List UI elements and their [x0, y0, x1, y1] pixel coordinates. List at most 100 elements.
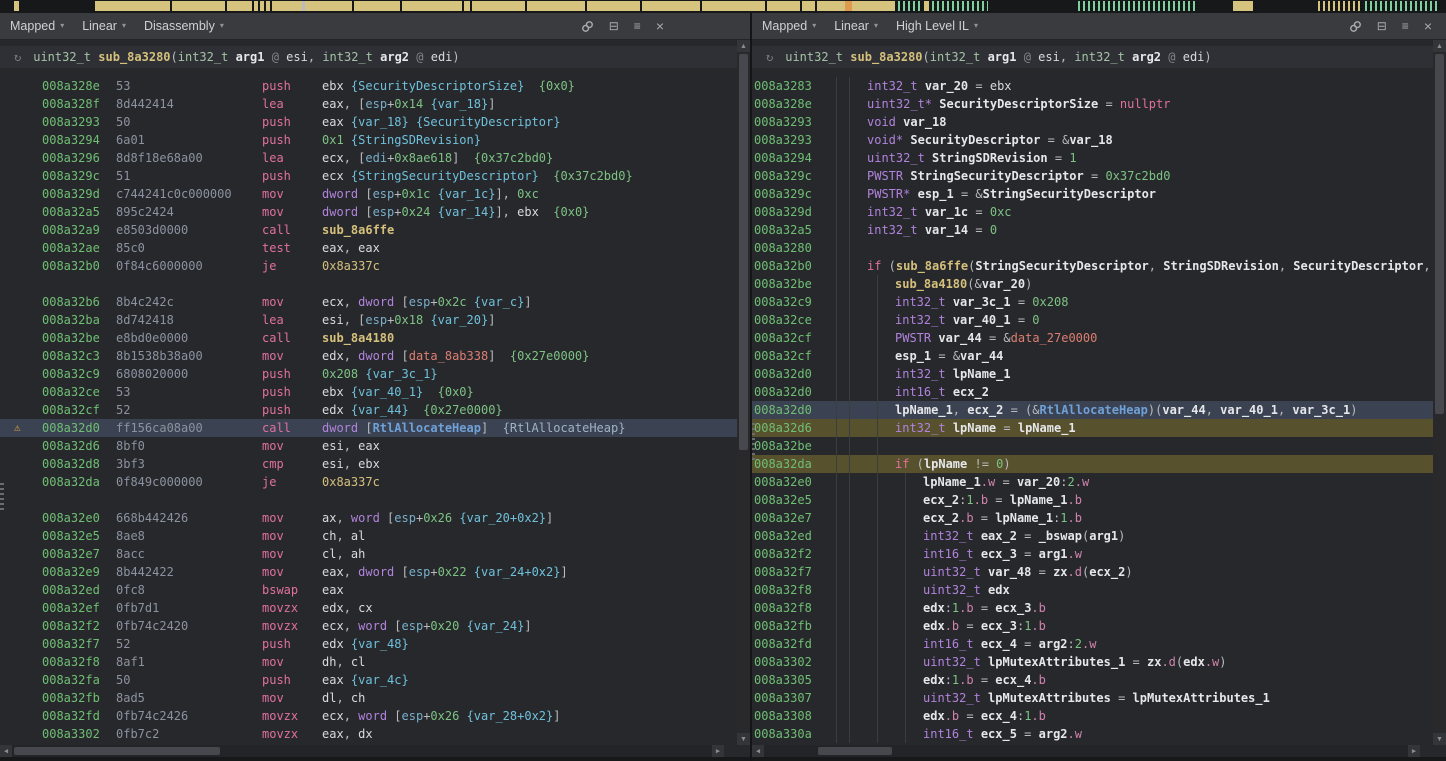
hlil-row[interactable]: 008a32a5int32_t var_14 = 0: [752, 221, 1433, 239]
feature-map-segment[interactable]: [400, 1, 402, 11]
disasm-row[interactable]: 008a32fd0fb74c2426movzxecx, word [esp+0x…: [0, 707, 737, 725]
disasm-row[interactable]: 008a32cf52pushedx {var_44} {0x27e0000}: [0, 401, 737, 419]
disasm-row[interactable]: 008a32b00f84c6000000je0x8a337c: [0, 257, 737, 275]
disassembly-view[interactable]: ↻ uint32_t sub_8a3280(int32_t arg1 @ esi…: [0, 40, 737, 761]
feature-map-segment[interactable]: [270, 1, 272, 11]
feature-map-segment[interactable]: [815, 1, 817, 11]
disasm-row[interactable]: 008a32e0668b442426movax, word [esp+0x26 …: [0, 509, 737, 527]
hlil-row[interactable]: 008a32f8uint32_t edx: [752, 581, 1433, 599]
feature-map-segment[interactable]: [252, 1, 254, 11]
hlil-row[interactable]: 008a32f7uint32_t var_48 = zx.d(ecx_2): [752, 563, 1433, 581]
hlil-row[interactable]: 008a32cfesp_1 = &var_44: [752, 347, 1433, 365]
disassembly-v-scrollbar[interactable]: ▲ ▼: [737, 40, 750, 745]
disasm-row[interactable]: 008a32d83bf3cmpesi, ebx: [0, 455, 737, 473]
feature-map-segment[interactable]: [640, 1, 642, 11]
layout-menu[interactable]: Linear ▾: [834, 19, 878, 33]
disasm-row[interactable]: 008a329c51pushecx {StringSecurityDescrip…: [0, 167, 737, 185]
scroll-down-icon[interactable]: ▼: [1433, 733, 1446, 745]
hlil-row[interactable]: 008a3307uint32_t lpMutexAttributes = lpM…: [752, 689, 1433, 707]
disasm-row[interactable]: 008a32c96808020000push0x208 {var_3c_1}: [0, 365, 737, 383]
feature-map-segment[interactable]: [302, 1, 305, 11]
hlil-row[interactable]: 008a32e7ecx_2.b = lpName_1:1.b: [752, 509, 1433, 527]
hlil-row[interactable]: 008a32besub_8a4180(&var_20): [752, 275, 1433, 293]
close-pane-icon[interactable]: ×: [1424, 19, 1432, 33]
hlil-row[interactable]: 008a32ceint32_t var_40_1 = 0: [752, 311, 1433, 329]
scroll-right-icon[interactable]: ▶: [712, 745, 724, 757]
disasm-row[interactable]: 008a32b68b4c242cmovecx, dword [esp+0x2c …: [0, 293, 737, 311]
hlil-row[interactable]: 008a32e5ecx_2:1.b = lpName_1.b: [752, 491, 1433, 509]
hlil-v-scrollbar[interactable]: ▲ ▼: [1433, 40, 1446, 745]
hlil-row[interactable]: 008a3293void* SecurityDescriptor = &var_…: [752, 131, 1433, 149]
disasm-row[interactable]: 008a32f752pushedx {var_48}: [0, 635, 737, 653]
feature-map-segment[interactable]: [525, 1, 527, 11]
disasm-row[interactable]: 008a32e58ae8movch, al: [0, 527, 737, 545]
disasm-row[interactable]: 008a32ed0fc8bswapeax: [0, 581, 737, 599]
feature-map-segment[interactable]: [225, 1, 227, 11]
disasm-row[interactable]: ⚠008a32d0ff156ca08a00calldword [RtlAlloc…: [0, 419, 737, 437]
hlil-view[interactable]: ↻ uint32_t sub_8a3280(int32_t arg1 @ esi…: [752, 40, 1433, 761]
feature-map-segment[interactable]: [1078, 1, 1198, 11]
feature-map[interactable]: [0, 0, 1446, 13]
disasm-row[interactable]: 008a32bee8bd0e0000callsub_8a4180: [0, 329, 737, 347]
disasm-row[interactable]: 008a32fb8ad5movdl, ch: [0, 689, 737, 707]
hlil-row[interactable]: 008a32c9int32_t var_3c_1 = 0x208: [752, 293, 1433, 311]
hlil-row[interactable]: 008a32b0if (sub_8a6ffe(StringSecurityDes…: [752, 257, 1433, 275]
pane-splitter-handle[interactable]: [752, 420, 755, 460]
hlil-row[interactable]: 008a329cPWSTR StringSecurityDescriptor =…: [752, 167, 1433, 185]
feature-map-segment[interactable]: [258, 1, 260, 11]
pane-menu-icon[interactable]: ≡: [1402, 20, 1409, 32]
hlil-row[interactable]: 008a32f2int16_t ecx_3 = arg1.w: [752, 545, 1433, 563]
sync-link-icon[interactable]: [1349, 20, 1362, 33]
hlil-row[interactable]: 008a32edint32_t eax_2 = _bswap(arg1): [752, 527, 1433, 545]
disasm-row[interactable]: 008a32ce53pushebx {var_40_1} {0x0}: [0, 383, 737, 401]
feature-map-segment[interactable]: [898, 1, 922, 11]
reanalyze-icon[interactable]: ↻: [14, 48, 21, 66]
feature-map-segment[interactable]: [932, 1, 988, 11]
feature-map-segment[interactable]: [1233, 1, 1253, 11]
disasm-row[interactable]: 008a32e78accmovcl, ah: [0, 545, 737, 563]
disassembly-h-scrollbar[interactable]: ◀ ▶: [0, 745, 724, 757]
hlil-row[interactable]: 008a32f8edx:1.b = ecx_3.b: [752, 599, 1433, 617]
feature-map-segment[interactable]: [800, 1, 802, 11]
disasm-row[interactable]: 008a32da0f849c000000je0x8a337c: [0, 473, 737, 491]
hlil-row[interactable]: 008a3302uint32_t lpMutexAttributes_1 = z…: [752, 653, 1433, 671]
scroll-down-icon[interactable]: ▼: [737, 733, 750, 745]
hlil-row[interactable]: 008a32e0lpName_1.w = var_20:2.w: [752, 473, 1433, 491]
pane-menu-icon[interactable]: ≡: [634, 20, 641, 32]
feature-map-segment[interactable]: [462, 1, 464, 11]
feature-map-segment[interactable]: [1365, 1, 1440, 11]
il-form-menu[interactable]: High Level IL ▾: [896, 19, 978, 33]
h-scroll-thumb[interactable]: [818, 747, 892, 755]
hlil-row[interactable]: 008a3294uint32_t StringSDRevision = 1: [752, 149, 1433, 167]
v-scroll-thumb[interactable]: [739, 54, 748, 450]
disasm-row[interactable]: 008a329dc744241c0c000000movdword [esp+0x…: [0, 185, 737, 203]
scroll-right-icon[interactable]: ▶: [1408, 745, 1420, 757]
feature-map-segment[interactable]: [924, 1, 929, 11]
close-pane-icon[interactable]: ×: [656, 19, 664, 33]
disasm-row[interactable]: 008a32f20fb74c2420movzxecx, word [esp+0x…: [0, 617, 737, 635]
disasm-row[interactable]: 008a32ae85c0testeax, eax: [0, 239, 737, 257]
function-signature[interactable]: ↻ uint32_t sub_8a3280(int32_t arg1 @ esi…: [752, 46, 1433, 68]
hlil-row[interactable]: 008a3308edx.b = ecx_4:1.b: [752, 707, 1433, 725]
disasm-row[interactable]: [0, 491, 737, 509]
feature-map-segment[interactable]: [765, 1, 767, 11]
disasm-row[interactable]: 008a32fa50pusheax {var_4c}: [0, 671, 737, 689]
hlil-row[interactable]: 008a328euint32_t* SecurityDescriptorSize…: [752, 95, 1433, 113]
hlil-row[interactable]: 008a32d0int16_t ecx_2: [752, 383, 1433, 401]
split-pane-icon[interactable]: ⊟: [609, 20, 619, 32]
disasm-row[interactable]: 008a329350pusheax {var_18} {SecurityDesc…: [0, 113, 737, 131]
feature-map-segment[interactable]: [264, 1, 266, 11]
disasm-row[interactable]: 008a328f8d442414leaeax, [esp+0x14 {var_1…: [0, 95, 737, 113]
function-signature[interactable]: ↻ uint32_t sub_8a3280(int32_t arg1 @ esi…: [0, 46, 737, 68]
hlil-row[interactable]: 008a32d6int32_t lpName = lpName_1: [752, 419, 1433, 437]
disasm-row[interactable]: 008a32ef0fb7d1movzxedx, cx: [0, 599, 737, 617]
disasm-row[interactable]: 008a32f88af1movdh, cl: [0, 653, 737, 671]
disasm-row[interactable]: 008a32d68bf0movesi, eax: [0, 437, 737, 455]
sidebar-splitter-handle[interactable]: [0, 480, 4, 510]
scroll-left-icon[interactable]: ◀: [752, 745, 764, 757]
feature-map-segment[interactable]: [470, 1, 472, 11]
hlil-row[interactable]: 008a3283int32_t var_20 = ebx: [752, 77, 1433, 95]
disasm-row[interactable]: 008a32e98b442422moveax, dword [esp+0x22 …: [0, 563, 737, 581]
hlil-row[interactable]: 008a32d0int32_t lpName_1: [752, 365, 1433, 383]
sync-link-icon[interactable]: [581, 20, 594, 33]
